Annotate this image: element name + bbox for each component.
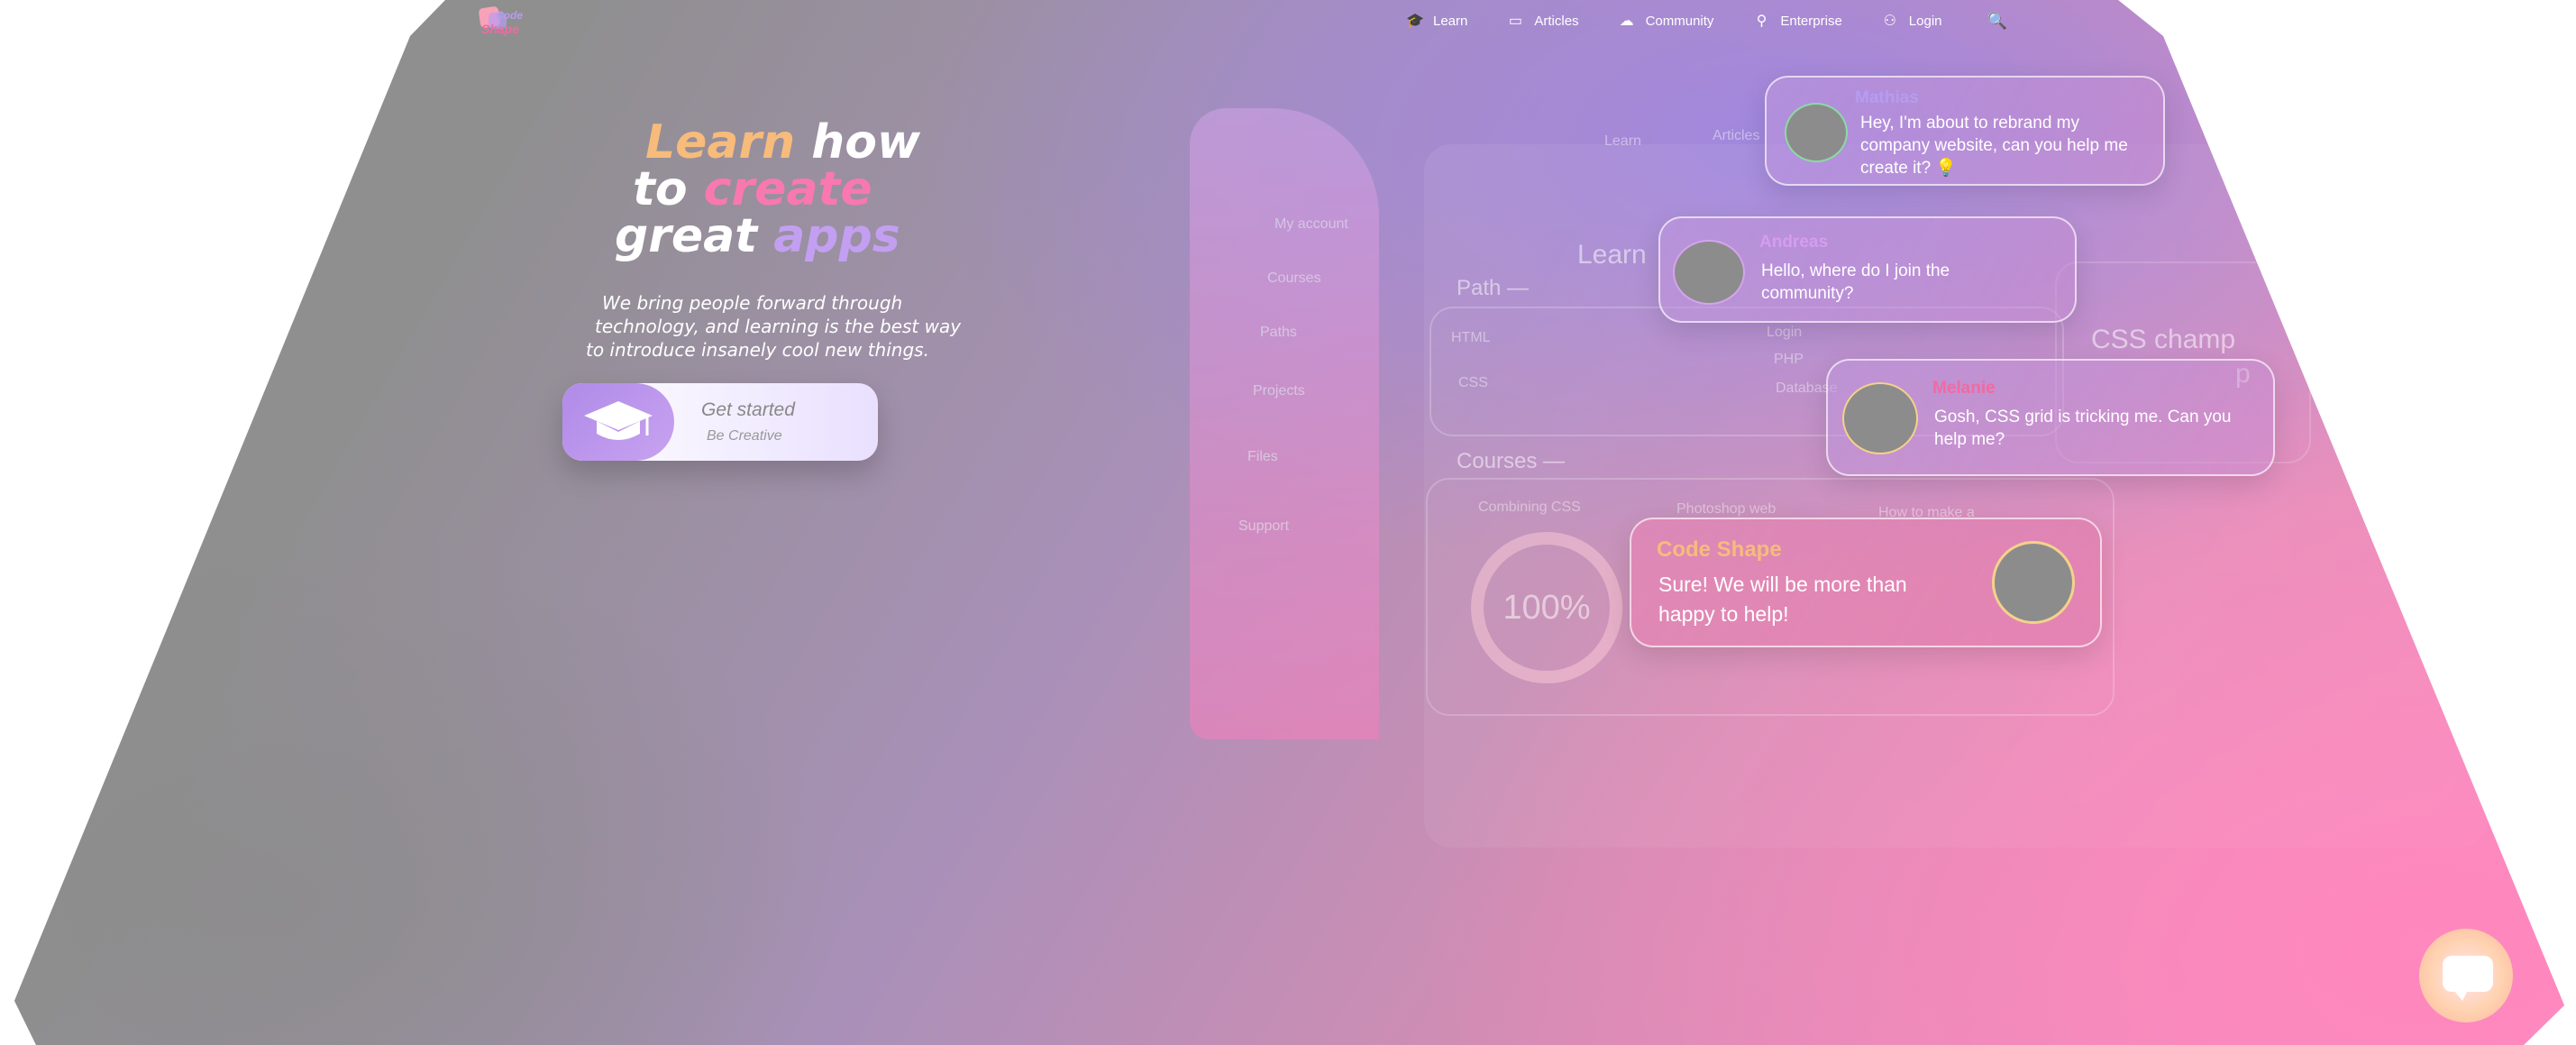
chat-bubble-code-shape: Code Shape Sure! We will be more than ha… <box>1630 518 2102 647</box>
hero-title-line2: to create <box>615 166 920 213</box>
hero-subtitle: We bring people forward through technolo… <box>586 291 982 362</box>
hero-title-line1: Learn how <box>615 119 920 166</box>
mock-courses-heading: Courses — <box>1457 449 1566 473</box>
chat-message: Hello, where do I join the community? <box>1761 261 1950 303</box>
mock-nav-learn: Learn <box>1604 133 1641 149</box>
hero-title: Learn how to create great apps <box>615 119 920 260</box>
chat-author-name: Mathias <box>1855 88 1919 107</box>
cta-label: Get started <box>701 399 795 420</box>
avatar <box>1673 240 1745 305</box>
hero-subtitle-line: technology, and learning is the best way <box>595 316 962 337</box>
nav-item-articles[interactable]: ▭ Articles <box>1507 12 1579 30</box>
avatar <box>1842 382 1918 454</box>
cta-sublabel: Be Creative <box>707 428 782 444</box>
mock-progress-ring: 100% <box>1471 532 1622 683</box>
nav-item-label: Articles <box>1534 13 1579 29</box>
hero-word-how: how <box>795 115 921 170</box>
mock-sidebar-item: Projects <box>1253 383 1305 399</box>
mock-sidebar-item: Support <box>1238 518 1290 534</box>
logo-text-line2: Shape <box>481 22 520 36</box>
hero-subtitle-line: We bring people forward through <box>602 292 903 314</box>
mock-path-node: Login <box>1767 325 1803 340</box>
hero-word-apps: apps <box>773 209 900 263</box>
nav-item-enterprise[interactable]: ⚲ Enterprise <box>1753 12 1842 30</box>
chat-bubble-melanie: Melanie Gosh, CSS grid is tricking me. C… <box>1826 359 2275 476</box>
avatar <box>1992 541 2075 624</box>
hero-subtitle-line: to introduce insanely cool new things. <box>586 339 929 361</box>
graduation-cap-icon <box>584 401 653 440</box>
search-icon[interactable]: 🔍 <box>1987 12 2007 31</box>
chat-bubble-mathias: Mathias Hey, I'm about to rebrand my com… <box>1765 76 2165 186</box>
top-navigation: 🎓 Learn ▭ Articles ☁ Community ⚲ Enterpr… <box>1406 9 2007 32</box>
chat-author-name: Andreas <box>1759 233 1829 252</box>
hero-word-great: great <box>615 209 758 263</box>
mock-path-node: CSS <box>1458 375 1488 390</box>
nav-item-label: Enterprise <box>1780 13 1842 29</box>
page-background: Code Shape 🎓 Learn ▭ Articles ☁ Communit… <box>14 0 2564 1045</box>
hero-word-to: to <box>633 162 688 216</box>
mock-badge-title: CSS champ <box>2091 325 2236 354</box>
mock-sidebar-item: Files <box>1247 449 1278 464</box>
mock-sidebar-item: My account <box>1274 216 1348 232</box>
people-icon: ☁ <box>1619 14 1634 29</box>
mock-progress-value: 100% <box>1503 588 1591 627</box>
mock-path-heading: Path — <box>1457 276 1530 300</box>
hero-word-learn: Learn <box>645 115 796 170</box>
mock-course-title: Combining CSS <box>1478 500 1581 515</box>
chat-message: Hey, I'm about to rebrand my company web… <box>1860 114 2128 178</box>
mock-course-title: Photoshop web <box>1676 501 1777 517</box>
mock-sidebar-item: Paths <box>1260 325 1297 340</box>
logo-text-line1: Code <box>496 9 523 22</box>
document-icon: ▭ <box>1508 14 1522 29</box>
get-started-button[interactable]: Get started Be Creative <box>562 383 878 461</box>
avatar <box>1785 103 1848 162</box>
nav-item-label: Community <box>1645 13 1714 29</box>
nav-item-label: Learn <box>1433 13 1468 29</box>
chat-author-name: Melanie <box>1932 379 1996 398</box>
mock-path-node: HTML <box>1451 330 1491 345</box>
user-icon: ⚇ <box>1883 14 1896 29</box>
chat-bubble-icon <box>2443 956 2493 1001</box>
mock-learn-heading: Learn <box>1577 240 1647 270</box>
logo[interactable]: Code Shape <box>478 5 534 38</box>
pin-icon: ⚲ <box>1756 14 1768 29</box>
chat-message: Sure! We will be more than happy to help… <box>1658 573 1907 626</box>
mock-sidebar-item: Courses <box>1267 270 1321 286</box>
chat-author-name: Code Shape <box>1657 537 1782 562</box>
hero-word-create: create <box>703 162 872 216</box>
mock-path-node: PHP <box>1774 352 1804 367</box>
nav-item-community[interactable]: ☁ Community <box>1619 12 1714 30</box>
graduation-cap-icon: 🎓 <box>1406 14 1424 29</box>
chat-bubble-andreas: Andreas Hello, where do I join the commu… <box>1658 216 2077 323</box>
mock-sidebar: My account Courses Paths Projects Files … <box>1190 108 1379 739</box>
nav-item-label: Login <box>1908 13 1942 29</box>
mock-nav-articles: Articles <box>1713 128 1760 143</box>
hero-title-line3: great apps <box>615 213 920 260</box>
nav-item-login[interactable]: ⚇ Login <box>1882 12 1942 30</box>
nav-item-learn[interactable]: 🎓 Learn <box>1406 12 1467 30</box>
chat-message: Gosh, CSS grid is tricking me. Can you h… <box>1934 408 2232 449</box>
chat-button[interactable] <box>2419 929 2513 1022</box>
